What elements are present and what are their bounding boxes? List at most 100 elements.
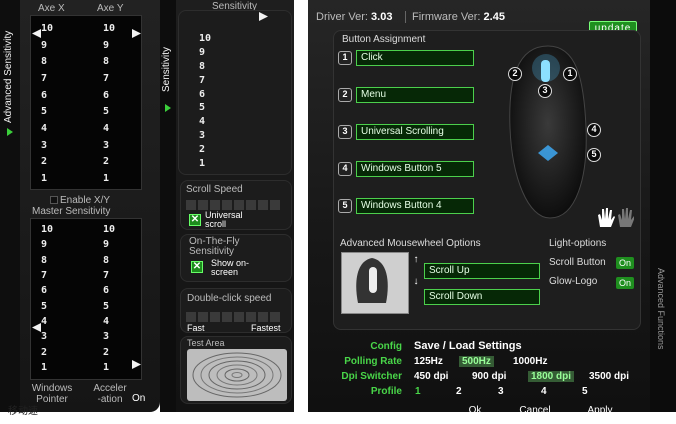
scroll-speed-label: Scroll Speed [186, 184, 243, 195]
button-assignment-field-1[interactable]: Click [356, 50, 474, 66]
dpi-option-450[interactable]: 450 dpi [414, 371, 448, 382]
master-sensitivity-label: Master Sensitivity [32, 206, 111, 217]
tick-label: 10 [41, 224, 54, 235]
light-options-title: Light-options [549, 238, 607, 249]
scroll-button-toggle[interactable]: On [616, 257, 634, 269]
hand-orientation-icons[interactable] [594, 205, 634, 229]
double-click-label: Double-click speed [187, 293, 272, 304]
advanced-sensitivity-tab[interactable]: Advanced Sensitivity [0, 0, 20, 412]
tick-label: 9 [103, 239, 110, 250]
profile-option-5[interactable]: 5 [582, 386, 588, 397]
dpi-switcher-label: Dpi Switcher [341, 371, 402, 382]
show-on-screen-label: Show on-screen [211, 258, 250, 277]
button-assignment-field-4[interactable]: Windows Button 5 [356, 161, 474, 177]
sensitivity-panel: Sensitivity 10 9 8 7 6 5 4 3 2 1 Scroll Speed ✕ U… [176, 0, 294, 412]
acceleration-slider-handle[interactable] [132, 360, 141, 369]
profile-option-1[interactable]: 1 [415, 386, 421, 397]
on-the-fly-group: On-The-Fly Sensitivity ✕ Show on-screen [180, 234, 292, 282]
button-assignment-title: Button Assignment [342, 34, 426, 45]
dpi-option-900[interactable]: 900 dpi [472, 371, 506, 382]
glow-logo-toggle[interactable]: On [616, 277, 634, 289]
scroll-up-field[interactable]: Scroll Up [424, 263, 540, 279]
scroll-button-label: Scroll Button [549, 257, 606, 268]
mouse-badge-3[interactable]: 3 [538, 84, 552, 98]
tick-label: 2 [103, 347, 110, 358]
tick-label: 4 [41, 123, 48, 134]
universal-scroll-checkbox[interactable]: ✕ [189, 214, 201, 226]
polling-option-1000[interactable]: 1000Hz [513, 356, 547, 367]
axe-y-label: Axe Y [97, 3, 124, 14]
ok-button[interactable]: Ok [460, 405, 490, 416]
button-assignment-field-3[interactable]: Universal Scrolling [356, 124, 474, 140]
tick-label: 6 [41, 285, 48, 296]
tick-label: 5 [41, 301, 48, 312]
tick-label: 5 [103, 106, 110, 117]
mouse-badge-1[interactable]: 1 [563, 67, 577, 81]
button-number-3: 3 [338, 125, 352, 139]
button-assignment-field-2[interactable]: Menu [356, 87, 474, 103]
tick-label: 5 [199, 102, 206, 113]
profile-option-3[interactable]: 3 [498, 386, 504, 397]
button-number-2: 2 [338, 88, 352, 102]
tick-label: 10 [103, 224, 116, 235]
config-label: Config [370, 341, 402, 352]
tick-label: 6 [41, 90, 48, 101]
button-assignment-field-5[interactable]: Windows Button 4 [356, 198, 474, 214]
profile-option-2[interactable]: 2 [456, 386, 462, 397]
sensitivity-slider-handle[interactable] [259, 12, 268, 21]
tick-label: 7 [199, 75, 206, 86]
profile-option-4[interactable]: 4 [541, 386, 547, 397]
sensitivity-tab[interactable]: Sensitivity [160, 0, 176, 412]
polling-option-125[interactable]: 125Hz [414, 356, 443, 367]
mousewheel-icon [356, 258, 388, 303]
advanced-functions-tab[interactable]: Advanced Functions [650, 0, 676, 412]
axe-x-slider-handle[interactable] [32, 29, 41, 38]
test-area-label: Test Area [187, 338, 225, 348]
tick-label: 9 [41, 239, 48, 250]
driver-version: 3.03 [371, 11, 393, 23]
tick-label: 5 [41, 106, 48, 117]
header-divider [405, 11, 406, 23]
polling-option-500[interactable]: 500Hz [459, 356, 494, 367]
test-area[interactable] [187, 349, 287, 401]
main-panel: Driver Ver: 3.03 Firmware Ver: 2.45 upda… [308, 0, 650, 416]
tick-label: 5 [103, 301, 110, 312]
windows-pointer-ticks: 10 9 8 7 6 5 4 3 2 1 [41, 225, 61, 373]
tick-label: 8 [41, 255, 48, 266]
tick-label: 7 [103, 270, 110, 281]
sensitivity-ticks: 10 9 8 7 6 5 4 3 2 1 [199, 34, 219, 169]
mousewheel-image [341, 252, 409, 314]
fastest-label: Fastest [251, 323, 281, 333]
tick-label: 6 [199, 89, 206, 100]
tick-label: 3 [199, 130, 206, 141]
mouse-badge-5[interactable]: 5 [587, 148, 601, 162]
cancel-button[interactable]: Cancel [513, 405, 557, 416]
enable-xy-checkbox[interactable] [50, 196, 58, 204]
dpi-option-3500[interactable]: 3500 dpi [589, 371, 629, 382]
mouse-badge-2[interactable]: 2 [508, 67, 522, 81]
scroll-arrows-icon: ↑ ↓ [413, 254, 419, 287]
apply-button[interactable]: Apply [580, 405, 620, 416]
tick-label: 8 [103, 255, 110, 266]
firmware-version-label: Firmware Ver: 2.45 [412, 11, 505, 23]
polling-rate-label: Polling Rate [344, 356, 402, 367]
show-on-screen-checkbox[interactable]: ✕ [191, 261, 203, 273]
mouse-badge-4[interactable]: 4 [587, 123, 601, 137]
tick-label: 4 [199, 116, 206, 127]
advanced-functions-tab-label: Advanced Functions [656, 268, 666, 350]
tick-label: 1 [199, 158, 206, 169]
windows-pointer-slider-handle[interactable] [32, 323, 41, 332]
config-value[interactable]: Save / Load Settings [414, 340, 522, 352]
scroll-down-field[interactable]: Scroll Down [424, 289, 540, 305]
tick-label: 4 [103, 316, 110, 327]
clipped-background-text: 移动速 [8, 406, 38, 417]
acceleration-label: Acceler -ation [93, 383, 127, 405]
dpi-option-1800[interactable]: 1800 dpi [528, 371, 575, 382]
sensitivity-slider-box: 10 9 8 7 6 5 4 3 2 1 [178, 10, 292, 175]
button-number-1: 1 [338, 51, 352, 65]
fast-label: Fast [187, 323, 205, 333]
pointer-slider-box: 10 9 8 7 6 5 4 3 2 1 10 9 8 7 6 5 4 3 2 1 [30, 218, 142, 380]
tick-label: 3 [41, 140, 48, 151]
axe-y-slider-handle[interactable] [132, 29, 141, 38]
acceleration-state[interactable]: On [132, 393, 145, 404]
